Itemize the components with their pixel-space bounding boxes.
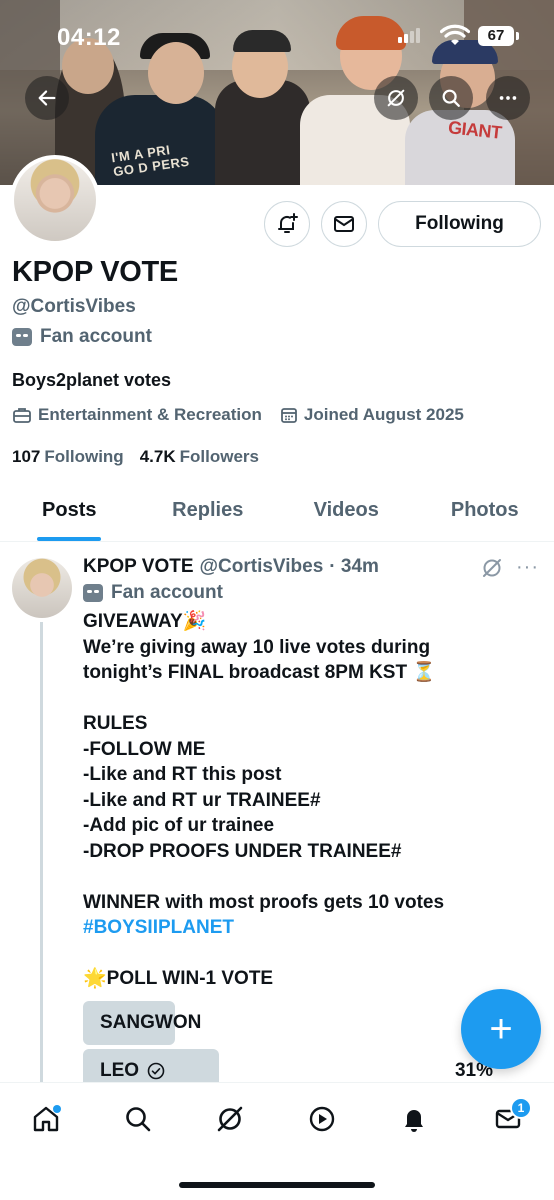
profile-tabs: Posts Replies Videos Photos xyxy=(0,480,554,542)
grok-icon xyxy=(217,1106,243,1132)
poll-title: 🌟POLL WIN-1 VOTE xyxy=(83,968,274,989)
profile-label-text: Fan account xyxy=(40,326,152,347)
poll-option-label: LEO xyxy=(83,1060,165,1082)
envelope-icon xyxy=(334,216,354,232)
check-circle-icon xyxy=(147,1062,165,1080)
tab-posts[interactable]: Posts xyxy=(0,480,139,541)
grok-icon xyxy=(387,89,405,107)
post-text-line: tonight’s FINAL broadcast 8PM KST ⏳ xyxy=(83,662,437,683)
post-text-line xyxy=(83,864,533,890)
nav-video[interactable] xyxy=(300,1097,344,1141)
profile-meta: Entertainment & Recreation Joined August… xyxy=(12,405,464,425)
post-author-name[interactable]: KPOP VOTE xyxy=(83,556,194,578)
post-text-line: -Add pic of ur trainee xyxy=(83,815,275,836)
status-bar: 04:12 67 xyxy=(0,0,554,74)
post-author-handle[interactable]: @CortisVibes xyxy=(200,556,324,578)
more-horizontal-icon xyxy=(499,96,517,100)
back-arrow-icon xyxy=(38,90,56,106)
grok-button[interactable] xyxy=(374,76,418,120)
profile-category-text[interactable]: Entertainment & Recreation xyxy=(38,405,262,425)
profile-label: Fan account xyxy=(12,326,152,348)
status-time: 04:12 xyxy=(57,24,121,51)
more-options-button[interactable] xyxy=(486,76,530,120)
post-text-line: -Like and RT this post xyxy=(83,764,282,785)
profile-joined-text: Joined August 2025 xyxy=(303,405,464,424)
post-hashtag-link[interactable]: #BOYSIIPLANET xyxy=(83,915,533,941)
bell-icon xyxy=(405,1110,423,1132)
briefcase-icon xyxy=(13,408,31,423)
nav-search[interactable] xyxy=(116,1097,160,1141)
profile-name: KPOP VOTE xyxy=(12,256,178,288)
followers-count-link[interactable]: 4.7K Followers xyxy=(140,447,259,467)
battery-indicator: 67 xyxy=(478,26,519,46)
search-icon xyxy=(126,1107,151,1132)
grok-icon[interactable] xyxy=(480,556,504,580)
post-text-line xyxy=(83,686,533,712)
profile-avatar[interactable] xyxy=(10,155,100,245)
post-text-line: -Like and RT ur TRAINEE# xyxy=(83,789,321,811)
home-indicator xyxy=(179,1182,375,1188)
nav-notifications[interactable] xyxy=(392,1097,436,1141)
messages-badge: 1 xyxy=(510,1097,532,1119)
search-button[interactable] xyxy=(429,76,473,120)
poll-option-label: SANGWON xyxy=(100,1012,202,1033)
wifi-icon xyxy=(440,24,470,45)
bell-plus-icon xyxy=(278,213,298,233)
nav-grok[interactable] xyxy=(208,1097,252,1141)
thread-line xyxy=(40,622,43,1102)
post-more-button[interactable]: ··· xyxy=(516,556,539,579)
fan-mask-icon xyxy=(12,328,32,346)
profile-joined: Joined August 2025 xyxy=(280,405,464,425)
post-text-line xyxy=(83,941,533,967)
nav-home[interactable] xyxy=(24,1097,68,1141)
compose-post-button[interactable]: + xyxy=(461,989,541,1069)
follow-counts: 107 Following 4.7K Followers xyxy=(12,447,259,467)
home-unread-dot xyxy=(53,1105,61,1113)
post-text-line: -DROP PROOFS UNDER TRAINEE# xyxy=(83,840,402,862)
profile-bio: Boys2planet votes xyxy=(12,370,172,390)
following-button[interactable]: Following xyxy=(378,201,541,247)
post-header: KPOP VOTE @CortisVibes · 34m xyxy=(83,556,379,578)
back-button[interactable] xyxy=(25,76,69,120)
following-count-link[interactable]: 107 Following xyxy=(12,447,124,467)
tab-videos[interactable]: Videos xyxy=(277,480,416,541)
message-button[interactable] xyxy=(321,201,367,247)
post-text-line: GIVEAWAY🎉 xyxy=(83,611,207,632)
notifications-subscribe-button[interactable] xyxy=(264,201,310,247)
search-icon xyxy=(442,89,460,107)
fan-mask-icon xyxy=(83,584,103,602)
nav-messages[interactable]: 1 xyxy=(486,1097,532,1141)
tab-replies[interactable]: Replies xyxy=(139,480,278,541)
post-text-line: We’re giving away 10 live votes during xyxy=(83,636,431,658)
post-avatar[interactable] xyxy=(12,558,72,618)
profile-category: Entertainment & Recreation xyxy=(12,405,262,425)
post-author-label: Fan account xyxy=(83,582,223,604)
calendar-icon xyxy=(280,408,297,423)
cellular-signal-icon xyxy=(398,28,420,43)
post-text-line: -FOLLOW ME xyxy=(83,738,206,760)
profile-handle: @CortisVibes xyxy=(12,296,136,317)
post-text-line: WINNER with most proofs gets 10 votes xyxy=(83,891,445,913)
post-text: GIVEAWAY🎉 We’re giving away 10 live vote… xyxy=(83,609,533,992)
post-time: · 34m xyxy=(329,556,379,577)
poll-option[interactable]: SANGWON xyxy=(83,1001,523,1045)
post-text-line: RULES xyxy=(83,713,148,734)
post-author-label-text: Fan account xyxy=(111,582,223,603)
play-circle-icon xyxy=(309,1106,335,1132)
tab-photos[interactable]: Photos xyxy=(416,480,554,541)
